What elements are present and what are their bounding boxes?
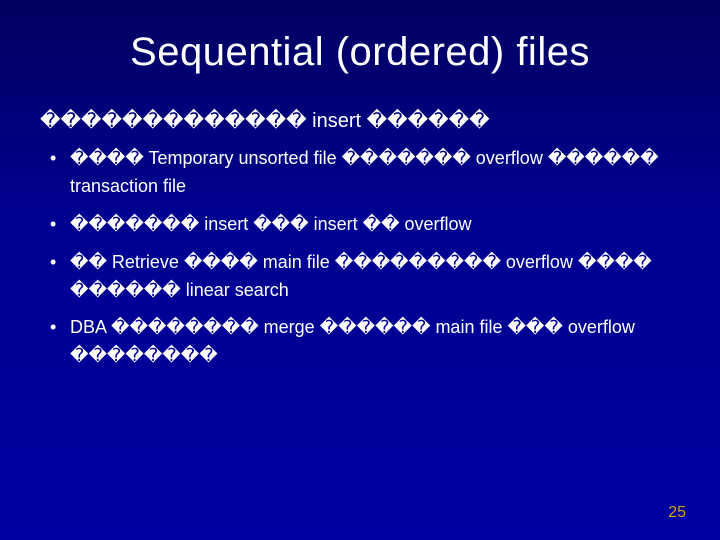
list-item: ���� Temporary unsorted file ������� ove… xyxy=(46,145,680,201)
bullet-text-cont: �������� xyxy=(70,342,680,370)
bullet-text-cont: transaction file xyxy=(70,173,680,201)
page-number: 25 xyxy=(668,504,686,522)
lead-text: ������������� insert ������ xyxy=(40,105,680,137)
list-item: DBA �������� merge ������ main file ��� … xyxy=(46,314,680,370)
list-item: ������� insert ��� insert �� overflow xyxy=(46,211,680,239)
bullet-text-cont: ������ linear search xyxy=(70,277,680,305)
slide-title: Sequential (ordered) files xyxy=(40,30,680,75)
bullet-list: ���� Temporary unsorted file ������� ove… xyxy=(46,145,680,370)
bullet-text: DBA �������� merge ������ main file ��� … xyxy=(70,317,635,337)
list-item: �� Retrieve ���� main file ��������� ove… xyxy=(46,249,680,305)
bullet-text: ���� Temporary unsorted file ������� ove… xyxy=(70,148,659,168)
bullet-text: ������� insert ��� insert �� overflow xyxy=(70,214,472,234)
bullet-text: �� Retrieve ���� main file ��������� ove… xyxy=(70,252,652,272)
slide: Sequential (ordered) files �������������… xyxy=(0,0,720,540)
